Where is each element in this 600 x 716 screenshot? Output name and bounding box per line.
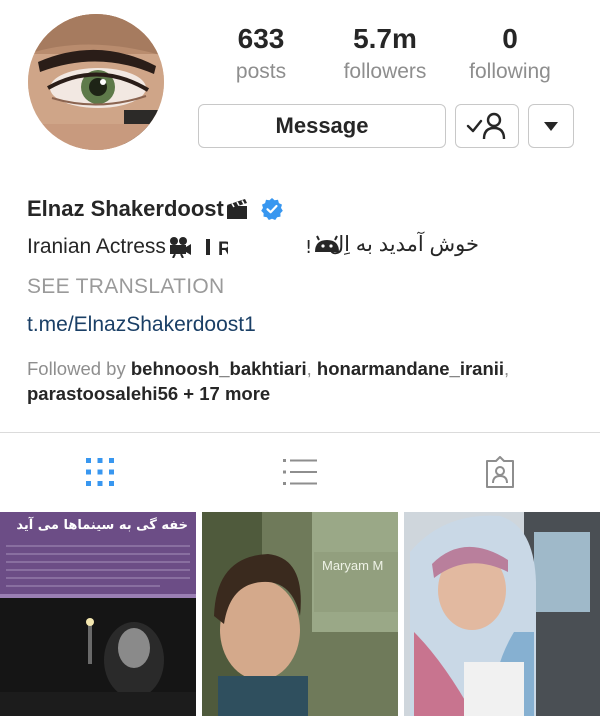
- user-check-icon: [466, 112, 506, 140]
- post-image: [404, 512, 600, 716]
- tagged-icon: [486, 456, 514, 488]
- followers-label: followers: [343, 60, 427, 83]
- profile-bio: Iranian Actress R خوش آمدید به اِل !: [27, 232, 587, 264]
- post-thumbnail[interactable]: خفه گی به سینماها می آید: [0, 512, 196, 716]
- more-options-button[interactable]: [528, 104, 574, 148]
- bio-english-line: Iranian Actress R: [27, 232, 228, 262]
- followed-by-prefix: Followed by: [27, 358, 126, 379]
- tab-list[interactable]: [280, 452, 320, 492]
- tab-grid[interactable]: [80, 452, 120, 492]
- post-grid: خفه گی به سینماها می آید Maryam M: [0, 512, 600, 716]
- svg-text:!: !: [305, 237, 312, 258]
- followed-by-user[interactable]: behnoosh_bakhtiari: [131, 358, 307, 379]
- svg-text:R: R: [218, 239, 228, 258]
- post-image: [0, 512, 196, 716]
- bio-english-text: Iranian Actress: [27, 235, 166, 258]
- grid-icon: [86, 458, 114, 486]
- post-thumbnail[interactable]: Maryam M: [202, 512, 398, 716]
- profile-avatar[interactable]: [28, 14, 164, 150]
- followers-stat[interactable]: 5.7m followers: [320, 22, 450, 86]
- message-button[interactable]: Message: [198, 104, 446, 148]
- post-thumbnail[interactable]: [404, 512, 600, 716]
- verified-badge-icon: [261, 198, 283, 220]
- tab-tagged[interactable]: [480, 452, 520, 492]
- following-toggle-button[interactable]: [455, 104, 519, 148]
- profile-divider: [0, 432, 600, 433]
- bio-persian-text: خوش آمدید به اِل: [329, 232, 479, 257]
- avatar-image: [28, 14, 164, 150]
- profile-name-row: Elnaz Shakerdoost: [27, 194, 284, 224]
- post-image: [202, 512, 398, 716]
- following-count: 0: [502, 23, 518, 54]
- followers-count: 5.7m: [353, 23, 417, 54]
- mustache-icon: !: [305, 235, 339, 258]
- clapperboard-icon: [226, 199, 247, 219]
- iran-flag-icon: R: [205, 239, 228, 258]
- followed-by-user[interactable]: honarmandane_iranii: [317, 358, 504, 379]
- posts-label: posts: [235, 60, 287, 83]
- profile-name: Elnaz Shakerdoost: [27, 196, 224, 221]
- see-translation-link[interactable]: SEE TRANSLATION: [27, 275, 224, 299]
- movie-camera-icon: [169, 237, 191, 258]
- followed-by-text[interactable]: Followed by behnoosh_bakhtiari, honarman…: [27, 356, 587, 406]
- profile-website-link[interactable]: t.me/ElnazShakerdoost1: [27, 313, 256, 337]
- followed-by-user[interactable]: parastoosalehi56: [27, 383, 178, 404]
- posts-stat[interactable]: 633 posts: [196, 22, 326, 86]
- bio-persian-words: خوش آمدید به اِل: [328, 233, 479, 256]
- post-caption: خفه گی به سینماها می آید: [16, 518, 188, 533]
- following-label: following: [469, 60, 551, 83]
- post-caption: Maryam M: [322, 558, 384, 573]
- caret-down-icon: [544, 121, 558, 131]
- following-stat[interactable]: 0 following: [445, 22, 575, 86]
- posts-count: 633: [237, 23, 285, 54]
- followed-by-more[interactable]: + 17 more: [183, 383, 270, 404]
- list-icon: [283, 459, 317, 485]
